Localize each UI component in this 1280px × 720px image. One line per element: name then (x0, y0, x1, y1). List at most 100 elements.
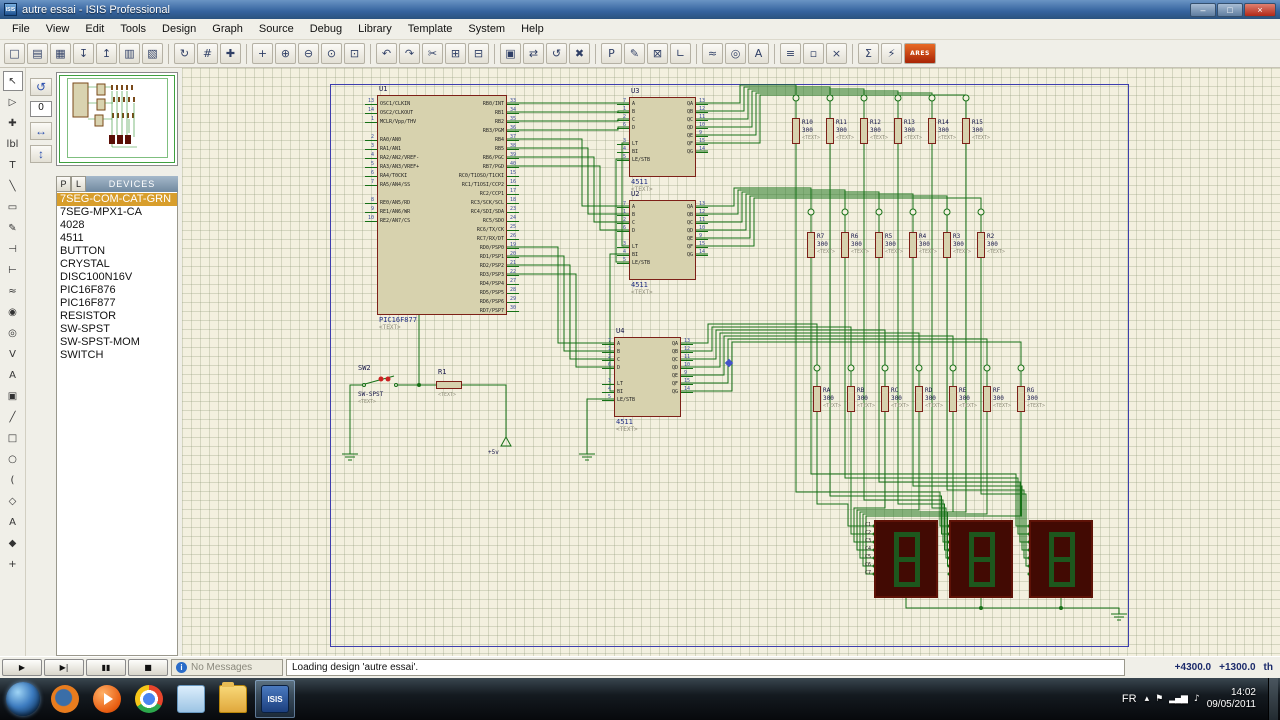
rotation-angle-field[interactable]: 0 (30, 101, 52, 117)
voltage-probe-mode-button[interactable]: V (3, 344, 23, 364)
toggle-origin-button[interactable]: ✚ (220, 43, 241, 64)
device-item-switch[interactable]: SWITCH (57, 349, 177, 362)
menu-edit[interactable]: Edit (77, 21, 112, 37)
rotate-anticlockwise-button[interactable]: ↺ (30, 78, 52, 96)
device-item-7seg-mpx1-ca[interactable]: 7SEG-MPX1-CA (57, 206, 177, 219)
instant-edit-mode-button[interactable]: ✎ (3, 218, 23, 238)
component-r5[interactable] (875, 232, 883, 258)
device-item-4511[interactable]: 4511 (57, 232, 177, 245)
taskbar-app-folder[interactable] (213, 680, 253, 718)
markers-mode-button[interactable]: + (3, 554, 23, 574)
overview-window[interactable] (56, 72, 178, 166)
terminals-mode-button[interactable]: ⊣ (3, 239, 23, 259)
seven-seg-display-2[interactable] (949, 520, 1013, 598)
tape-recorder-mode-button[interactable]: ◉ (3, 302, 23, 322)
component-u2[interactable]: U24511<TEXT>7A1B2C6D3LT4BI5LE/STB13QA12Q… (629, 200, 696, 280)
device-item-sw-spst-mom[interactable]: SW-SPST-MOM (57, 336, 177, 349)
open-design-button[interactable]: ▤ (27, 43, 48, 64)
menu-library[interactable]: Library (350, 21, 400, 37)
2d-arc-mode-button[interactable]: ( (3, 470, 23, 490)
block-copy-button[interactable]: ▣ (500, 43, 521, 64)
component-r13[interactable] (894, 118, 902, 144)
undo-button[interactable]: ↶ (376, 43, 397, 64)
schematic-canvas[interactable]: R10300<TEXT>R11300<TEXT>R12300<TEXT>R133… (182, 68, 1280, 656)
component-u3[interactable]: U34511<TEXT>7A1B2C6D3LT4BI5LE/STB13QA12Q… (629, 97, 696, 177)
zoom-in-button[interactable]: ⊕ (275, 43, 296, 64)
component-r12[interactable] (860, 118, 868, 144)
step-button[interactable]: ▶| (44, 659, 84, 676)
seven-seg-display-1[interactable] (874, 520, 938, 598)
2d-symbol-mode-button[interactable]: ◆ (3, 533, 23, 553)
title-bar[interactable]: ISIS autre essai - ISIS Professional –□× (0, 0, 1280, 19)
redraw-display-button[interactable]: ↻ (174, 43, 195, 64)
text-script-mode-button[interactable]: T (3, 155, 23, 175)
copy-button[interactable]: ⊞ (445, 43, 466, 64)
toggle-grid-button[interactable]: # (197, 43, 218, 64)
2d-circle-mode-button[interactable]: ○ (3, 449, 23, 469)
component-r3[interactable] (943, 232, 951, 258)
design-explorer-button[interactable]: ≡ (780, 43, 801, 64)
menu-template[interactable]: Template (400, 21, 461, 37)
redo-button[interactable]: ↷ (399, 43, 420, 64)
device-item-4028[interactable]: 4028 (57, 219, 177, 232)
menu-graph[interactable]: Graph (204, 21, 251, 37)
search-tag-button[interactable]: ◎ (725, 43, 746, 64)
component-r6[interactable] (841, 232, 849, 258)
menu-view[interactable]: View (38, 21, 78, 37)
device-pins-mode-button[interactable]: ⊢ (3, 260, 23, 280)
electrical-rule-check-button[interactable]: ⚡ (881, 43, 902, 64)
component-rg[interactable] (1017, 386, 1025, 412)
library-manager-button[interactable]: L (71, 176, 86, 192)
selection-mode-button[interactable]: ↖ (3, 71, 23, 91)
component-r15[interactable] (962, 118, 970, 144)
remove-sheet-button[interactable]: × (826, 43, 847, 64)
2d-text-mode-button[interactable]: A (3, 512, 23, 532)
taskbar-app-firefox[interactable] (45, 680, 85, 718)
pick-device-button[interactable]: P (601, 43, 622, 64)
print-design-button[interactable]: ▥ (119, 43, 140, 64)
2d-box-mode-button[interactable]: □ (3, 428, 23, 448)
component-u1[interactable]: U1PIC16F877<TEXT>13OSC1/CLKIN14OSC2/CLKO… (377, 95, 507, 315)
language-indicator[interactable]: FR (1122, 693, 1137, 705)
minimize-button[interactable]: – (1190, 3, 1216, 17)
component-rf[interactable] (983, 386, 991, 412)
component-r1[interactable] (436, 381, 462, 389)
component-u4[interactable]: U44511<TEXT>7A1B2C6D3LT4BI5LE/STB13QA12Q… (614, 337, 681, 417)
bill-of-materials-button[interactable]: Σ (858, 43, 879, 64)
property-assignment-button[interactable]: A (748, 43, 769, 64)
device-item-pic16f876[interactable]: PIC16F876 (57, 284, 177, 297)
action-center-icon[interactable]: ⚑ (1155, 694, 1162, 704)
taskbar-app-isis[interactable]: ISIS (255, 680, 295, 718)
device-item-resistor[interactable]: RESISTOR (57, 310, 177, 323)
new-sheet-button[interactable]: ▫ (803, 43, 824, 64)
wire-layer[interactable] (182, 68, 1280, 656)
device-item-sw-spst[interactable]: SW-SPST (57, 323, 177, 336)
block-move-button[interactable]: ⇄ (523, 43, 544, 64)
taskbar-clock[interactable]: 14:02 09/05/2011 (1207, 687, 1256, 711)
2d-line-mode-button[interactable]: ╱ (3, 407, 23, 427)
zoom-all-button[interactable]: ⊙ (321, 43, 342, 64)
device-item-crystal[interactable]: CRYSTAL (57, 258, 177, 271)
zoom-area-button[interactable]: ⊡ (344, 43, 365, 64)
device-item-7seg-com-cat-grn[interactable]: 7SEG-COM-CAT-GRN (57, 193, 177, 206)
junction-dot-mode-button[interactable]: ✚ (3, 113, 23, 133)
component-rc[interactable] (881, 386, 889, 412)
menu-help[interactable]: Help (513, 21, 552, 37)
cut-button[interactable]: ✂ (422, 43, 443, 64)
pan-center-button[interactable]: + (252, 43, 273, 64)
import-section-button[interactable]: ↧ (73, 43, 94, 64)
component-r4[interactable] (909, 232, 917, 258)
component-mode-button[interactable]: ▷ (3, 92, 23, 112)
mark-output-area-button[interactable]: ▧ (142, 43, 163, 64)
component-rd[interactable] (915, 386, 923, 412)
component-r14[interactable] (928, 118, 936, 144)
block-rotate-button[interactable]: ↺ (546, 43, 567, 64)
save-design-button[interactable]: ▦ (50, 43, 71, 64)
mirror-horizontal-button[interactable]: ↔ (30, 122, 52, 140)
volume-icon[interactable]: ♪ (1194, 694, 1199, 704)
2d-path-mode-button[interactable]: ◇ (3, 491, 23, 511)
pause-button[interactable]: ▮▮ (86, 659, 126, 676)
component-r7[interactable] (807, 232, 815, 258)
stop-button[interactable]: ■ (128, 659, 168, 676)
menu-system[interactable]: System (460, 21, 513, 37)
